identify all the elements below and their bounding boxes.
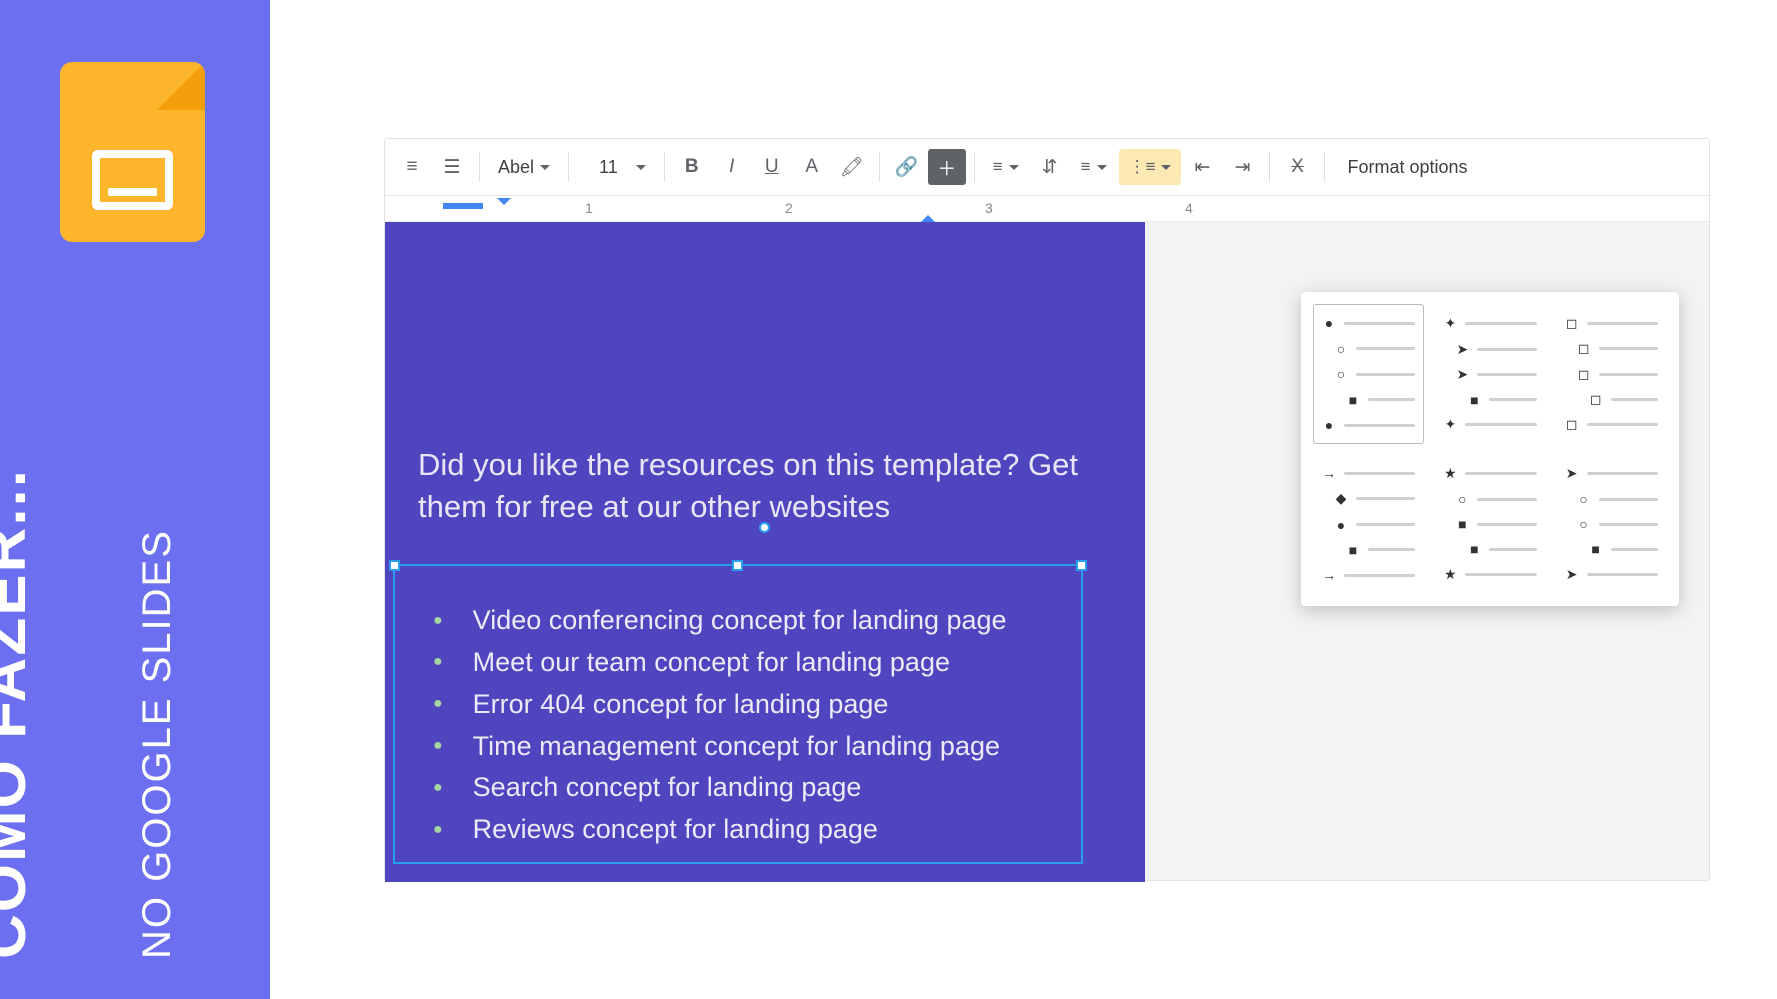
bulleted-list-dropdown[interactable]: ⋮≡	[1119, 149, 1182, 185]
list-item[interactable]: Time management concept for landing page	[433, 726, 1007, 768]
google-slides-icon	[60, 62, 205, 242]
tutorial-sidebar: COMO FAZER... NO GOOGLE SLIDES	[0, 0, 270, 999]
clear-formatting-button[interactable]: X	[1278, 149, 1316, 185]
list-item[interactable]: Reviews concept for landing page	[433, 809, 1007, 851]
bullet-style-option[interactable]: →◆●■→	[1313, 454, 1424, 594]
decrease-indent-button[interactable]: ⇤	[1183, 149, 1221, 185]
numbered-list-dropdown[interactable]: ≡	[1071, 149, 1117, 185]
slide[interactable]: Did you like the resources on this templ…	[385, 222, 1145, 882]
tutorial-title: COMO FAZER...	[0, 468, 40, 959]
bullet-style-option[interactable]: ✦➤➤■✦	[1434, 304, 1545, 444]
bullet-style-popover: ●○○■●✦➤➤■✦◻◻◻◻◻ →◆●■→★○■■★➤○○■➤	[1301, 292, 1679, 606]
line-spacing-button[interactable]: ⇵	[1031, 149, 1069, 185]
underline-button[interactable]: U	[753, 149, 791, 185]
font-family-dropdown[interactable]: Abel	[488, 149, 560, 185]
bold-button[interactable]: B	[673, 149, 711, 185]
bullet-style-option[interactable]: ★○■■★	[1434, 454, 1545, 594]
slide-title-text[interactable]: Did you like the resources on this templ…	[418, 444, 1078, 528]
bullet-style-option[interactable]: ◻◻◻◻◻	[1556, 304, 1667, 444]
list-item[interactable]: Meet our team concept for landing page	[433, 642, 1007, 684]
list-item[interactable]: Search concept for landing page	[433, 767, 1007, 809]
toolbar: ≡ ☰ Abel 11 B I U A 🖍 🔗 ＋ ≡ ⇵ ≡ ⋮≡ ⇤ ⇥ X…	[385, 139, 1709, 196]
paragraph-styles-icon[interactable]: ≡	[393, 149, 431, 185]
text-color-button[interactable]: A	[793, 149, 831, 185]
font-size-dropdown[interactable]: 11	[577, 149, 656, 185]
resize-handle[interactable]	[389, 560, 400, 571]
bullet-style-option[interactable]: ●○○■●	[1313, 304, 1424, 444]
bullet-style-option[interactable]: ➤○○■➤	[1556, 454, 1667, 594]
highlight-button[interactable]: 🖍	[833, 149, 871, 185]
align-dropdown[interactable]: ≡	[983, 149, 1029, 185]
format-options-button[interactable]: Format options	[1333, 157, 1481, 178]
resize-handle[interactable]	[732, 560, 743, 571]
slides-editor: ≡ ☰ Abel 11 B I U A 🖍 🔗 ＋ ≡ ⇵ ≡ ⋮≡ ⇤ ⇥ X…	[384, 138, 1710, 881]
tutorial-subtitle: NO GOOGLE SLIDES	[135, 529, 180, 959]
canvas-area[interactable]: Did you like the resources on this templ…	[385, 222, 1709, 880]
chevron-down-icon	[540, 165, 550, 175]
line-spacing-icon[interactable]: ☰	[433, 149, 471, 185]
insert-comment-button[interactable]: ＋	[928, 149, 966, 185]
list-item[interactable]: Error 404 concept for landing page	[433, 684, 1007, 726]
list-item[interactable]: Video conferencing concept for landing p…	[433, 600, 1007, 642]
resize-handle[interactable]	[1076, 560, 1087, 571]
increase-indent-button[interactable]: ⇥	[1223, 149, 1261, 185]
insert-link-button[interactable]: 🔗	[888, 149, 926, 185]
chevron-down-icon	[636, 165, 646, 175]
italic-button[interactable]: I	[713, 149, 751, 185]
ruler[interactable]: 1 2 3 4	[385, 196, 1709, 222]
bulleted-list[interactable]: Video conferencing concept for landing p…	[433, 600, 1007, 851]
rotate-handle[interactable]	[759, 522, 770, 533]
